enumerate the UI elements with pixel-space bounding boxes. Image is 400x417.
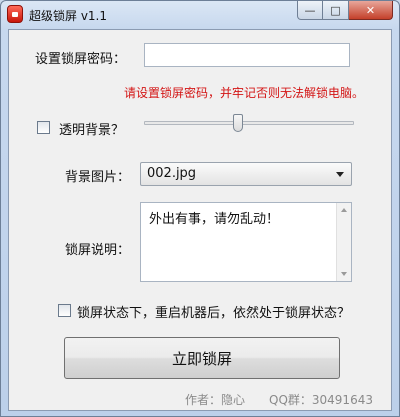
maximize-button[interactable]: □ — [323, 1, 349, 20]
window-controls: — □ ✕ — [297, 1, 393, 21]
password-label: 设置锁屏密码： — [35, 52, 127, 67]
scroll-down-icon[interactable] — [341, 272, 347, 276]
minimize-button[interactable]: — — [297, 1, 323, 20]
window-title: 超级锁屏 v1.1 — [29, 9, 108, 23]
lock-app-icon — [7, 5, 23, 23]
reboot-lock-checkbox[interactable] — [58, 304, 71, 317]
password-warning: 请设置锁屏密码，并牢记否则无法解锁电脑。 — [124, 86, 365, 100]
dropdown-arrow-icon — [336, 172, 344, 177]
lock-note-scrollbar[interactable] — [336, 203, 351, 281]
bg-image-label: 背景图片： — [65, 170, 131, 185]
bg-image-value: 002.jpg — [147, 166, 197, 181]
password-input[interactable] — [144, 43, 350, 67]
scroll-up-icon[interactable] — [341, 208, 347, 212]
lock-note-label: 锁屏说明： — [65, 243, 131, 258]
footer-author: 作者：隐心 — [185, 393, 246, 407]
maximize-icon: □ — [330, 3, 341, 17]
transparent-label: 透明背景？ — [59, 123, 125, 138]
close-button[interactable]: ✕ — [349, 1, 393, 20]
bg-image-select[interactable]: 002.jpg — [140, 162, 352, 186]
footer-qq: QQ群：30491643 — [269, 393, 373, 407]
lock-note-textarea[interactable]: 外出有事，请勿乱动！ — [140, 202, 352, 282]
reboot-lock-label: 锁屏状态下，重启机器后，依然处于锁屏状态？ — [77, 306, 351, 321]
minimize-icon: — — [304, 3, 316, 17]
transparency-slider-thumb[interactable] — [233, 114, 243, 132]
title-bar[interactable]: 超级锁屏 v1.1 — □ ✕ — [1, 1, 399, 29]
transparent-checkbox[interactable] — [37, 121, 50, 134]
app-window: 超级锁屏 v1.1 — □ ✕ 设置锁屏密码： 请设置锁屏密码，并牢记否则无法解… — [0, 0, 400, 417]
lock-note-text: 外出有事，请勿乱动！ — [149, 212, 280, 227]
main-panel: 设置锁屏密码： 请设置锁屏密码，并牢记否则无法解锁电脑。 透明背景？ 背景图片：… — [8, 29, 392, 411]
transparency-slider-track[interactable] — [144, 121, 354, 125]
lock-now-button[interactable]: 立即锁屏 — [64, 337, 340, 379]
close-icon: ✕ — [365, 3, 376, 17]
